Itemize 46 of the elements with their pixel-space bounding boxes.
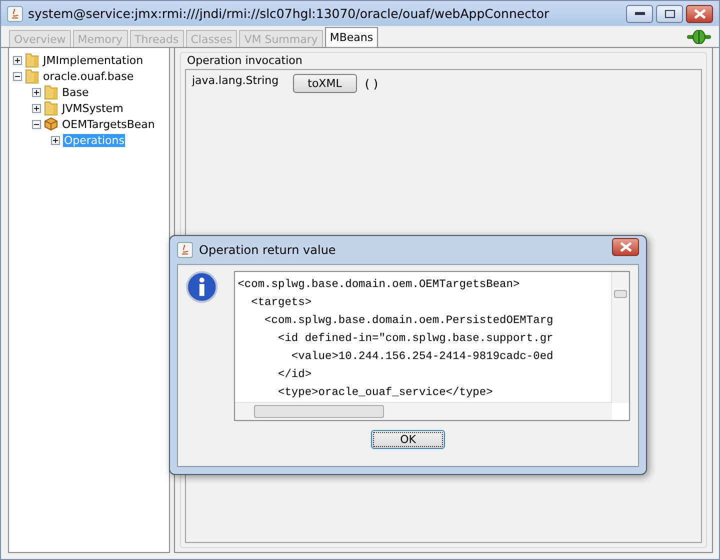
close-button[interactable] bbox=[612, 238, 639, 256]
text-area[interactable] bbox=[234, 271, 630, 421]
window-title: system@service:jmx:rmi:///jndi/rmi://slc07hgl:13070/oracle/ouaf/webAppConnector bbox=[28, 6, 550, 21]
code-line: <targets> bbox=[250, 296, 313, 311]
tree-item[interactable]: oracle.ouaf.base bbox=[42, 70, 135, 82]
code-line: <com.splwg.base.domain.oem.OEMTargetsBean> bbox=[238, 278, 521, 293]
tree-item[interactable]: JVMSystem bbox=[61, 102, 124, 114]
return-type: java.lang.String bbox=[192, 74, 279, 87]
collapse-icon[interactable] bbox=[32, 120, 41, 128]
horizontal-scrollbar[interactable] bbox=[234, 402, 612, 420]
close-button[interactable] bbox=[686, 4, 713, 22]
folder-icon bbox=[44, 84, 58, 100]
params-text: ( ) bbox=[364, 77, 378, 91]
folder-icon bbox=[25, 52, 39, 68]
vertical-scrollbar[interactable] bbox=[611, 272, 629, 403]
tree-item[interactable]: JMImplementation bbox=[42, 54, 144, 66]
java-icon bbox=[177, 242, 193, 258]
code-line: <value>10.244.156.254-2414-9819cadc-0ed bbox=[290, 350, 554, 365]
maximize-button[interactable] bbox=[656, 4, 683, 22]
code-line: </id> bbox=[276, 368, 313, 383]
code-line: <type>oracle_ouaf_service</type> bbox=[276, 386, 494, 401]
folder-icon bbox=[44, 100, 58, 116]
expand-icon[interactable] bbox=[13, 56, 22, 64]
panel-title: Operation invocation bbox=[186, 53, 304, 69]
connection-icon bbox=[687, 30, 711, 44]
maximize-icon bbox=[664, 10, 674, 18]
collapse-icon[interactable] bbox=[13, 72, 22, 80]
java-icon bbox=[7, 6, 23, 22]
code-line: <id defined-in="com.splwg.base.support.gr bbox=[276, 332, 554, 347]
ok-button[interactable]: OK bbox=[371, 430, 445, 449]
toxml-button[interactable]: toXML bbox=[292, 74, 357, 93]
minimize-icon bbox=[634, 12, 644, 16]
tree-item[interactable]: OEMTargetsBean bbox=[61, 118, 156, 130]
close-icon bbox=[694, 8, 706, 18]
close-icon bbox=[620, 242, 632, 252]
bean-icon bbox=[44, 117, 58, 131]
tab[interactable]: MBeans bbox=[324, 27, 378, 47]
code-line: <com.splwg.base.domain.oem.PersistedOEMTarg bbox=[264, 314, 554, 329]
info-icon bbox=[186, 271, 218, 303]
tree-item[interactable]: Base bbox=[61, 86, 90, 98]
expand-icon[interactable] bbox=[32, 88, 41, 96]
dialog-title: Operation return value bbox=[199, 243, 336, 257]
minimize-button[interactable] bbox=[626, 4, 653, 22]
expand-icon[interactable] bbox=[32, 104, 41, 112]
folder-icon bbox=[25, 68, 39, 84]
expand-icon[interactable] bbox=[51, 136, 60, 144]
